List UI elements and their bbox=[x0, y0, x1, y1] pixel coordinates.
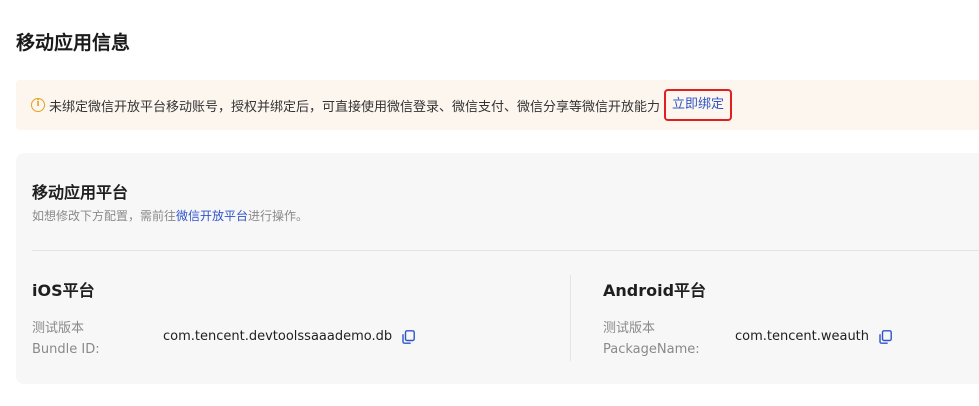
notice-banner: i 未绑定微信开放平台移动账号，授权并绑定后，可直接使用微信登录、微信支付、微信… bbox=[16, 80, 979, 130]
notice-text: 未绑定微信开放平台移动账号，授权并绑定后，可直接使用微信登录、微信支付、微信分享… bbox=[49, 99, 661, 115]
ios-label-line1: 测试版本 bbox=[32, 321, 85, 336]
android-package-name-text: com.tencent.weauth bbox=[735, 329, 870, 344]
info-circle-icon: i bbox=[31, 98, 45, 112]
android-package-name-value: com.tencent.weauth bbox=[735, 329, 892, 344]
ios-platform-title: iOS平台 bbox=[32, 281, 95, 300]
android-copy-icon[interactable] bbox=[879, 329, 892, 344]
android-label-line2: PackageName: bbox=[603, 342, 700, 357]
open-platform-link[interactable]: 微信开放平台 bbox=[176, 209, 248, 223]
ios-bundle-id-label: 测试版本 Bundle ID: bbox=[32, 318, 100, 360]
column-divider bbox=[570, 275, 571, 361]
ios-bundle-id-value: com.tencent.devtoolssaaademo.db bbox=[163, 329, 416, 344]
ios-bundle-id-text: com.tencent.devtoolssaaademo.db bbox=[163, 329, 393, 344]
mobile-platform-panel: 移动应用平台 如想修改下方配置，需前往微信开放平台进行操作。 iOS平台 测试版… bbox=[16, 153, 979, 384]
android-label-line1: 测试版本 bbox=[603, 321, 656, 336]
bind-now-link[interactable]: 立即绑定 bbox=[664, 89, 733, 121]
page-title: 移动应用信息 bbox=[16, 32, 131, 54]
panel-title: 移动应用平台 bbox=[32, 183, 129, 202]
panel-subtitle: 如想修改下方配置，需前往微信开放平台进行操作。 bbox=[32, 207, 308, 224]
ios-copy-icon[interactable] bbox=[402, 329, 416, 344]
android-platform-title: Android平台 bbox=[603, 281, 707, 300]
divider bbox=[32, 250, 979, 251]
panel-subtitle-prefix: 如想修改下方配置，需前往 bbox=[32, 209, 177, 223]
ios-label-line2: Bundle ID: bbox=[32, 342, 100, 357]
panel-subtitle-suffix: 进行操作。 bbox=[248, 209, 309, 223]
android-package-name-label: 测试版本 PackageName: bbox=[603, 318, 700, 360]
page: 移动应用信息 i 未绑定微信开放平台移动账号，授权并绑定后，可直接使用微信登录、… bbox=[0, 0, 979, 406]
